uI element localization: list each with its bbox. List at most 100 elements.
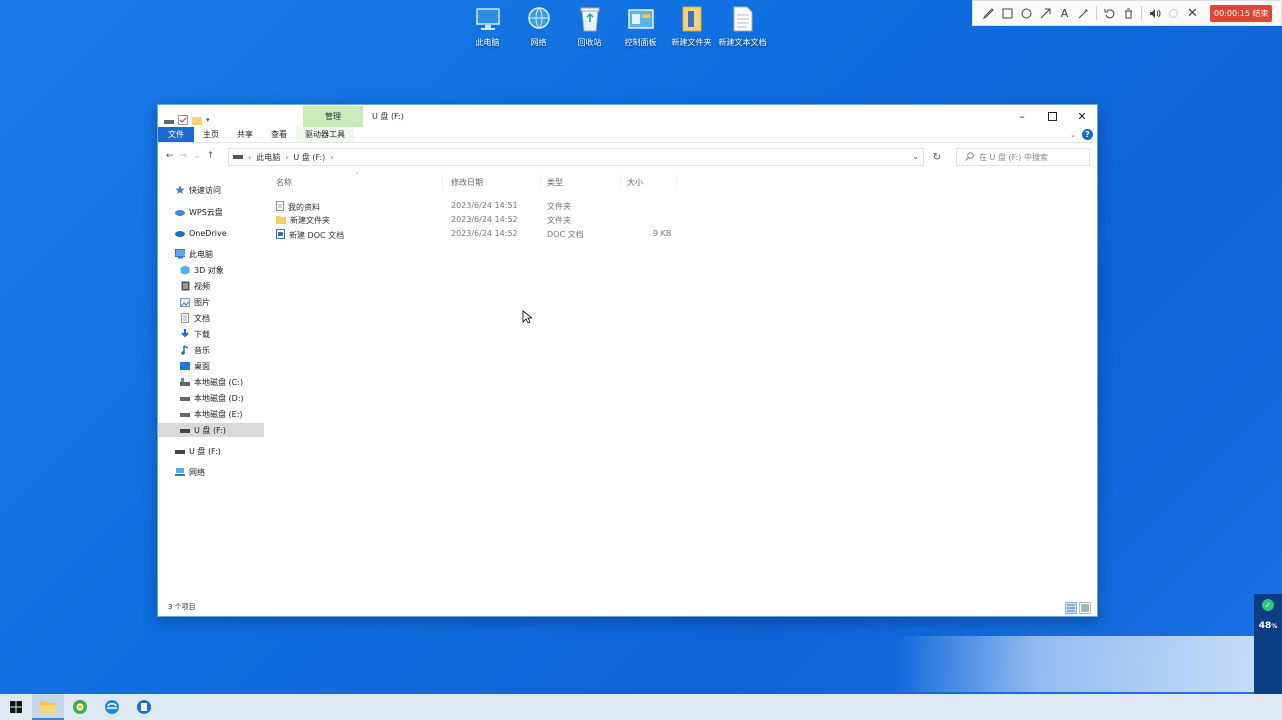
trash-icon[interactable] xyxy=(1119,3,1138,23)
tab-share[interactable]: 共享 xyxy=(228,127,262,142)
recording-timer-button[interactable]: 00:00:15 结束 xyxy=(1210,4,1273,22)
minimize-button[interactable]: – xyxy=(1007,105,1037,127)
circle-icon[interactable] xyxy=(1017,3,1036,23)
magic-wand-icon[interactable] xyxy=(1074,3,1093,23)
up-icon[interactable]: ↑ xyxy=(207,151,215,161)
chevron-down-icon[interactable]: ▾ xyxy=(206,116,210,124)
column-divider[interactable] xyxy=(442,175,443,189)
chevron-right-icon[interactable]: › xyxy=(285,153,288,162)
recorder-toolbar: A ✕ 00:00:15 结束 xyxy=(972,0,1282,26)
chevron-right-icon[interactable]: › xyxy=(330,153,333,162)
file-row[interactable]: 我的资料 2023/6/24 14:51 文件夹 xyxy=(276,199,676,213)
arrow-icon[interactable] xyxy=(1036,3,1055,23)
desktop-icon-recycle-bin[interactable]: 回收站 xyxy=(564,4,615,48)
title-bar: ▾ 管理 U 盘 (F:) – ✕ xyxy=(158,105,1097,127)
tab-manage[interactable]: 管理 xyxy=(303,106,363,127)
folder-icon xyxy=(40,701,56,713)
file-explorer-window: ▾ 管理 U 盘 (F:) – ✕ 文件 主页 共享 查看 驱动器工具 ⌄ ? … xyxy=(157,104,1098,617)
column-header-name[interactable]: 名称 xyxy=(276,177,292,188)
sidebar-item-music[interactable]: 音乐 xyxy=(158,343,264,357)
taskbar-recorder[interactable] xyxy=(128,694,160,720)
help-icon[interactable]: ? xyxy=(1082,129,1093,140)
taskbar-file-explorer[interactable] xyxy=(32,694,64,720)
desktop-icon-new-text[interactable]: 新建文本文档 xyxy=(717,4,768,48)
large-icons-view-icon[interactable] xyxy=(1079,602,1091,614)
close-icon[interactable]: ✕ xyxy=(1183,3,1202,23)
chevron-down-icon[interactable]: ⌄ xyxy=(912,152,919,161)
breadcrumb-current[interactable]: U 盘 (F:) xyxy=(293,152,325,163)
tab-view[interactable]: 查看 xyxy=(262,127,296,142)
column-divider[interactable] xyxy=(676,175,677,189)
sidebar-item-label: 快速访问 xyxy=(189,185,221,195)
sidebar-item-drive-c[interactable]: 本地磁盘 (C:) xyxy=(158,375,264,389)
search-input[interactable]: 在 U 盘 (F:) 中搜索 xyxy=(979,152,1048,163)
sidebar-item-desktop[interactable]: 桌面 xyxy=(158,359,264,373)
column-header-size[interactable]: 大小 xyxy=(627,177,643,188)
sidebar-item-documents[interactable]: 文档 xyxy=(158,311,264,325)
sidebar-item-usb-drive-selected[interactable]: U 盘 (F:) xyxy=(158,423,264,437)
undo-icon[interactable] xyxy=(1100,3,1119,23)
desktop-icon-computer[interactable]: 此电脑 xyxy=(462,4,513,48)
drive-icon xyxy=(233,153,243,162)
desktop-icon-label: 此电脑 xyxy=(475,38,500,47)
pen-icon[interactable] xyxy=(979,3,998,23)
sidebar-item-this-pc[interactable]: 此电脑 xyxy=(158,247,264,261)
file-date: 2023/6/24 14:52 xyxy=(451,215,518,224)
sidebar-item-quick-access[interactable]: 快速访问 xyxy=(158,183,264,197)
text-tool-icon[interactable]: A xyxy=(1055,3,1074,23)
desktop-icon-network[interactable]: 网络 xyxy=(513,4,564,48)
tab-file[interactable]: 文件 xyxy=(158,127,194,142)
tab-home[interactable]: 主页 xyxy=(194,127,228,142)
sidebar-item-network[interactable]: 网络 xyxy=(158,465,264,479)
recent-chevron-icon[interactable]: ⌄ xyxy=(193,151,201,161)
file-row[interactable]: 新建 DOC 文档 2023/6/24 14:52 DOC 文档 9 KB xyxy=(276,227,676,241)
sidebar-item-3d-objects[interactable]: 3D 对象 xyxy=(158,263,264,277)
close-button[interactable]: ✕ xyxy=(1067,105,1097,127)
sidebar-item-drive-d[interactable]: 本地磁盘 (D:) xyxy=(158,391,264,405)
maximize-button[interactable] xyxy=(1037,105,1067,127)
folder-icon xyxy=(677,4,707,34)
sidebar-item-onedrive[interactable]: OneDrive xyxy=(158,226,264,240)
window-title: U 盘 (F:) xyxy=(372,112,404,121)
sidebar-item-drive-e[interactable]: 本地磁盘 (E:) xyxy=(158,407,264,421)
desktop-icon-new-folder[interactable]: 新建文件夹 xyxy=(666,4,717,48)
file-row[interactable]: 新建文件夹 2023/6/24 14:52 文件夹 xyxy=(276,213,676,227)
chevron-down-icon[interactable]: ⌄ xyxy=(1070,131,1076,139)
cloud-icon xyxy=(175,207,185,217)
security-widget[interactable]: ✓ 48% xyxy=(1254,594,1282,694)
back-icon[interactable]: ← xyxy=(166,151,174,161)
recorder-app-icon xyxy=(137,700,151,714)
details-view-icon[interactable] xyxy=(1065,602,1077,614)
tab-drive-tools[interactable]: 驱动器工具 xyxy=(296,127,354,142)
column-divider[interactable] xyxy=(540,175,541,189)
speaker-icon[interactable] xyxy=(1145,3,1164,23)
taskbar-edge[interactable] xyxy=(96,694,128,720)
forward-icon[interactable]: → xyxy=(180,151,188,161)
sidebar-item-wps-cloud[interactable]: WPS云盘 xyxy=(158,205,264,219)
desktop-icons: 此电脑 网络 回收站 控制面板 新建文件夹 新建文本文档 xyxy=(462,4,768,48)
sidebar-item-pictures[interactable]: 图片 xyxy=(158,295,264,309)
desktop-icon-control-panel[interactable]: 控制面板 xyxy=(615,4,666,48)
breadcrumb-root[interactable]: 此电脑 xyxy=(256,152,280,163)
rectangle-icon[interactable] xyxy=(998,3,1017,23)
sidebar-item-downloads[interactable]: 下载 xyxy=(158,327,264,341)
start-button[interactable] xyxy=(0,694,32,720)
sidebar-item-videos[interactable]: 视频 xyxy=(158,279,264,293)
taskbar-app-green[interactable] xyxy=(64,694,96,720)
refresh-button[interactable]: ↻ xyxy=(928,148,946,166)
search-box[interactable]: 在 U 盘 (F:) 中搜索 xyxy=(956,148,1090,166)
column-divider[interactable] xyxy=(620,175,621,189)
sort-ascending-icon: ˄ xyxy=(355,172,359,180)
address-bar[interactable]: › 此电脑 › U 盘 (F:) › ⌄ xyxy=(228,148,924,166)
drive-icon xyxy=(180,377,190,387)
file-type: DOC 文档 xyxy=(547,230,584,239)
column-header-date[interactable]: 修改日期 xyxy=(451,177,483,188)
chevron-right-icon[interactable]: › xyxy=(248,153,251,162)
navigation-pane: 快速访问 WPS云盘 OneDrive 此电脑 3D 对象 视频 图片 文档 下… xyxy=(158,181,264,596)
sidebar-item-label: 视频 xyxy=(194,281,210,291)
sidebar-item-label: OneDrive xyxy=(189,228,227,238)
column-header-type[interactable]: 类型 xyxy=(547,177,563,188)
sidebar-item-usb-drive[interactable]: U 盘 (F:) xyxy=(158,444,264,458)
file-size: 9 KB xyxy=(653,229,672,238)
camera-off-icon[interactable] xyxy=(1164,3,1183,23)
